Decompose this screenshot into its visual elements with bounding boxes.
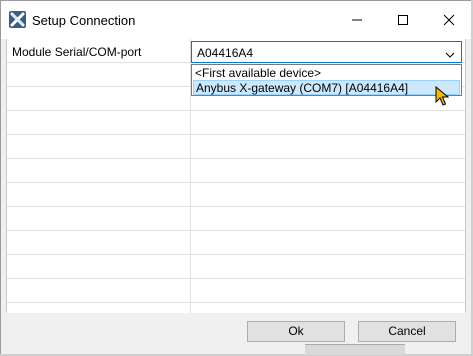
grid-row [7,303,465,313]
module-serial-label: Module Serial/COM-port [12,45,142,59]
maximize-icon [398,15,408,25]
grid-row [7,255,465,279]
grid-row [7,183,465,207]
com-port-combobox[interactable]: A04416A4 [191,41,462,63]
grid-row [7,159,465,183]
cancel-button[interactable]: Cancel [358,321,456,342]
grid-row [7,207,465,231]
grid-row [7,279,465,303]
background-window-fragment [305,344,405,355]
close-button[interactable] [426,1,472,39]
setup-connection-window: Setup Connection Module Serial/COM-port [0,0,473,356]
anybus-x-icon [9,11,26,28]
minimize-icon [352,19,362,21]
grid-row [7,231,465,255]
minimize-button[interactable] [334,1,380,39]
mouse-cursor-icon [435,85,450,109]
dropdown-option-anybus-com7[interactable]: Anybus X-gateway (COM7) [A04416A4] [193,80,460,95]
chevron-down-icon[interactable] [445,48,455,62]
combo-selected-value: A04416A4 [197,46,254,60]
maximize-button[interactable] [380,1,426,39]
close-icon [443,14,455,26]
title-bar[interactable]: Setup Connection [1,1,472,39]
com-port-dropdown-list: <First available device> Anybus X-gatewa… [191,64,462,96]
window-title: Setup Connection [32,13,136,28]
grid-row [7,111,465,135]
ok-button[interactable]: Ok [247,321,345,342]
grid-row [7,135,465,159]
dropdown-option-first-available[interactable]: <First available device> [193,66,460,81]
